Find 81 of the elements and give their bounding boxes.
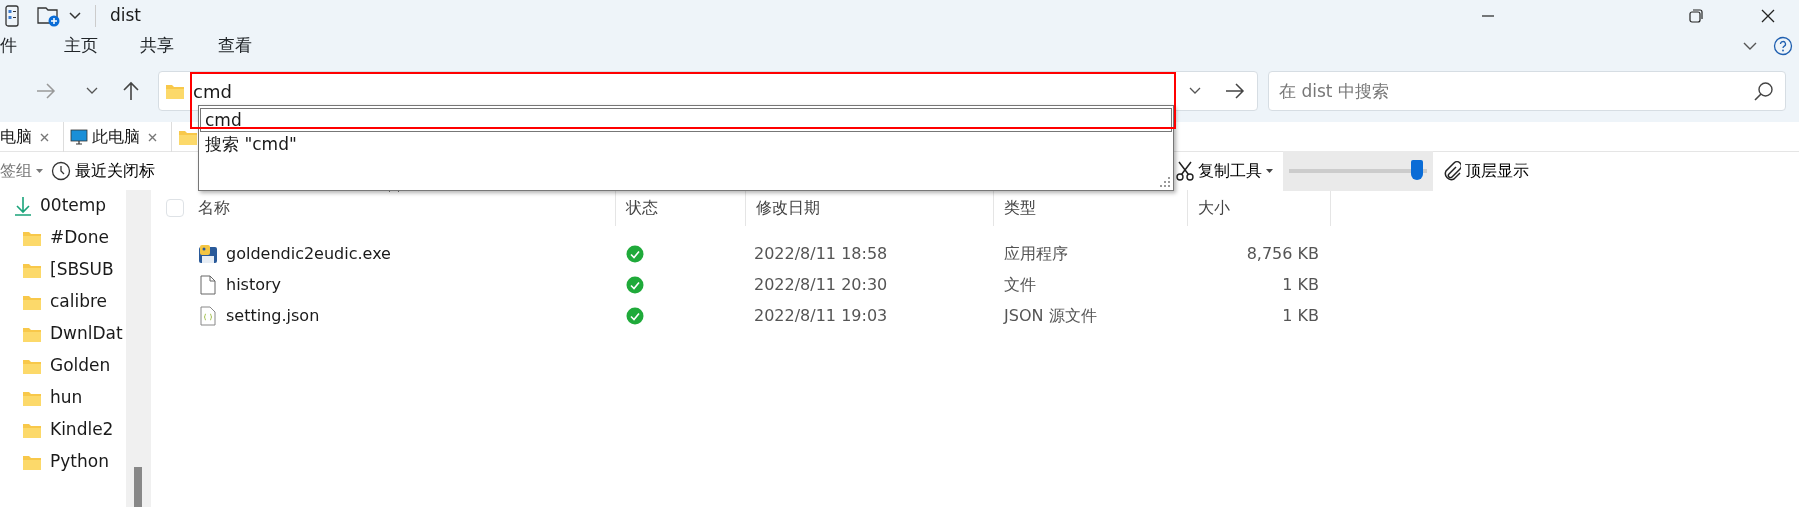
help-icon[interactable] [1773,36,1793,56]
select-all-checkbox[interactable] [166,199,184,217]
scrollbar-thumb[interactable] [134,467,142,507]
slider-thumb[interactable] [1411,160,1424,180]
suggestion-item[interactable]: 搜索 "cmd" [200,132,1172,156]
size-cell: 1 KB [1282,305,1319,325]
restore-icon[interactable] [1689,9,1703,23]
slider-track[interactable] [1283,151,1433,191]
column-header[interactable]: 大小 [1188,190,1331,226]
folder-icon [22,293,42,311]
scissors-icon [1176,161,1194,181]
folder-icon [22,421,42,439]
folder-icon [22,325,42,343]
scrollbar[interactable] [126,190,150,507]
new-folder-icon[interactable] [37,5,61,27]
suggestion-item[interactable]: cmd [200,108,1172,132]
download-icon [14,196,32,216]
forward-icon [36,83,56,99]
file-icon [198,274,218,295]
sidebar-item[interactable]: [SBSUB [0,254,126,286]
folder-icon [22,389,42,407]
paperclip-icon [1443,161,1461,181]
ribbon-tab[interactable]: 共享 [140,33,174,59]
folder-icon [165,82,185,100]
ribbon-tab[interactable]: 主页 [64,33,98,59]
code-file-icon [198,305,218,326]
chevron-down-icon[interactable] [1743,41,1757,51]
folder-icon [22,229,42,247]
type-cell: JSON 源文件 [1004,305,1097,325]
type-cell: 应用程序 [1004,243,1068,263]
date-cell: 2022/8/11 19:03 [754,305,888,325]
sidebar-item[interactable]: calibre [0,286,126,318]
toolbar-button[interactable]: 最近关闭标 [47,159,159,183]
close-icon [148,132,157,142]
column-header[interactable]: 状态 [616,190,746,226]
sidebar-item[interactable]: 00temp [0,190,126,222]
size-cell: 1 KB [1282,274,1319,294]
go-arrow-icon [1225,83,1245,99]
ribbon-tab[interactable]: 件 [0,33,17,59]
type-cell: 文件 [1004,274,1036,294]
folder-icon [22,261,42,279]
folder-icon [22,357,42,375]
sidebar-item[interactable]: DwnlDat [0,318,126,350]
program-icon [198,243,218,264]
clock-icon [51,161,71,181]
sidebar-item[interactable]: #Done [0,222,126,254]
toolbar-button[interactable]: 签组 [0,159,47,183]
file-name[interactable]: history [226,272,282,297]
search-icon[interactable] [1754,81,1774,101]
caret-icon [36,169,43,173]
sidebar-item[interactable]: hun [0,382,126,414]
close-icon [40,132,49,142]
toolbar-button[interactable]: 复制工具 [1172,159,1277,183]
column-header[interactable]: 修改日期 [746,190,994,226]
up-arrow-icon [122,81,140,101]
properties-icon[interactable] [5,5,19,27]
date-cell: 2022/8/11 20:30 [754,274,888,294]
search-field[interactable]: 在 dist 中搜索 [1268,71,1786,111]
size-cell: 8,756 KB [1246,243,1319,263]
sidebar-item[interactable]: Golden [0,350,126,382]
monitor-icon [70,128,88,145]
browser-tab[interactable]: 此电脑 [64,121,172,152]
file-name[interactable]: setting.json [226,303,320,328]
browser-tab[interactable]: 电脑 [0,121,64,152]
toolbar-button[interactable]: 顶层显示 [1439,159,1533,183]
caret-icon [1266,169,1273,173]
date-cell: 2022/8/11 18:58 [754,243,888,263]
folder-icon [22,453,42,471]
window-title: dist [110,4,142,28]
close-icon[interactable] [1761,9,1775,23]
chevron-down-icon [1189,87,1201,95]
column-header[interactable]: 名称 [151,190,616,226]
ribbon-tab[interactable]: 查看 [218,33,252,59]
chevron-down-icon [86,87,98,95]
column-header[interactable]: 类型 [994,190,1188,226]
sidebar-item[interactable]: Python [0,446,126,478]
sidebar-item[interactable]: Kindle2 [0,414,126,446]
resize-grip-icon[interactable] [1159,176,1171,188]
caret-icon[interactable] [69,12,81,20]
file-name[interactable]: goldendic2eudic.exe [226,241,391,266]
address-text[interactable]: cmd [193,77,232,105]
